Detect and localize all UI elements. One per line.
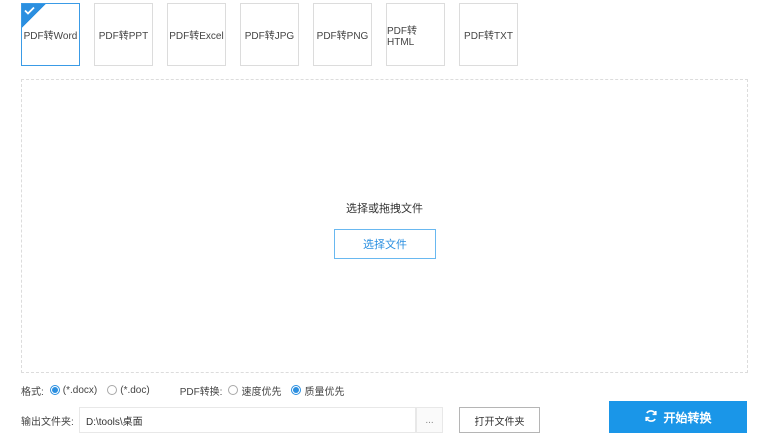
radio-checked-icon (291, 385, 302, 395)
radio-unchecked-icon (107, 385, 118, 395)
radio-label: 质量优先 (304, 386, 345, 398)
start-conversion-button[interactable]: 开始转换 (609, 401, 747, 433)
speed-priority-radio[interactable]: 速度优先 (228, 383, 281, 398)
format-docx-radio[interactable]: (*.docx) (49, 384, 98, 396)
conversion-radio-group: 速度优先 质量优先 (228, 383, 354, 398)
tab-pdf-to-html[interactable]: PDF转HTML (386, 3, 445, 66)
format-doc-radio[interactable]: (*.doc) (107, 384, 150, 396)
tab-label: PDF转JPG (244, 31, 295, 42)
open-folder-button[interactable]: 打开文件夹 (459, 407, 540, 433)
tab-pdf-to-excel[interactable]: PDF转Excel (167, 3, 226, 66)
tab-label: PDF转Excel (169, 31, 224, 42)
tab-label: PDF转PPT (98, 31, 149, 42)
select-file-button[interactable]: 选择文件 (334, 229, 436, 259)
output-folder-label: 输出文件夹: (21, 417, 74, 428)
start-button-label: 开始转换 (663, 410, 712, 425)
radio-label: (*.docx) (62, 384, 98, 396)
tab-pdf-to-png[interactable]: PDF转PNG (313, 3, 372, 66)
tab-label: PDF转TXT (464, 31, 513, 42)
tab-pdf-to-txt[interactable]: PDF转TXT (459, 3, 518, 66)
check-icon (22, 4, 46, 28)
format-label: 格式: (21, 386, 44, 398)
tab-label: PDF转HTML (387, 25, 417, 48)
tab-label: PDF转PNG (316, 31, 369, 42)
format-radio-group: (*.docx) (*.doc) (49, 384, 160, 396)
tab-pdf-to-ppt[interactable]: PDF转PPT (94, 3, 153, 66)
conversion-tabs: PDF转Word PDF转PPT PDF转Excel PDF转JPG PDF转P… (21, 3, 518, 66)
file-drop-zone[interactable]: 选择或拖拽文件 选择文件 (21, 79, 748, 373)
radio-label: 速度优先 (241, 386, 282, 398)
browse-folder-button[interactable]: ... (416, 407, 443, 433)
tab-label: PDF转Word (23, 31, 78, 42)
output-path-value: D:\tools\桌面 (86, 416, 143, 428)
radio-unchecked-icon (228, 385, 239, 395)
conversion-label: PDF转换: (179, 386, 223, 398)
refresh-icon (644, 409, 658, 426)
quality-priority-radio[interactable]: 质量优先 (291, 383, 344, 398)
tab-pdf-to-word[interactable]: PDF转Word (21, 3, 80, 66)
radio-checked-icon (49, 385, 60, 395)
output-path-field[interactable]: D:\tools\桌面 (79, 407, 416, 433)
tab-pdf-to-jpg[interactable]: PDF转JPG (240, 3, 299, 66)
options-row: 格式: (*.docx) (*.doc) PDF转换: 速度优先 质量优先 (21, 383, 354, 398)
pdf-converter-window: PDF转Word PDF转PPT PDF转Excel PDF转JPG PDF转P… (0, 0, 769, 446)
drop-hint-text: 选择或拖拽文件 (346, 203, 423, 215)
radio-label: (*.doc) (120, 384, 150, 396)
